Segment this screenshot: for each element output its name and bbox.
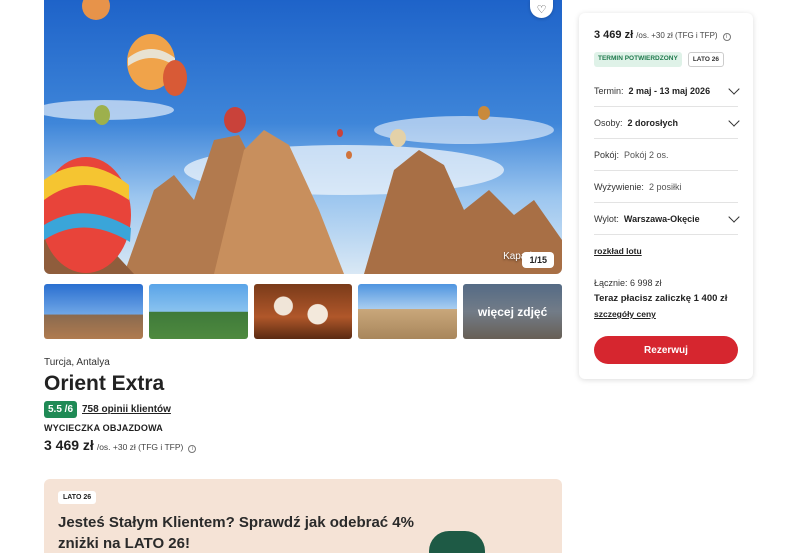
promo-decoration — [429, 531, 485, 553]
persons-value: 2 dorosłych — [627, 117, 679, 128]
term-label: Termin: — [594, 85, 624, 96]
thumbnail-4[interactable] — [358, 284, 458, 339]
term-value: 2 maj - 13 maj 2026 — [628, 85, 711, 96]
chevron-down-icon — [728, 211, 740, 223]
price-suffix: /os. +30 zł (TFG i TFP) — [96, 442, 184, 452]
photo-counter: 1/15 — [522, 252, 554, 268]
thumbnail-3[interactable] — [253, 284, 353, 339]
departure-label: Wylot: — [594, 213, 619, 224]
thumbnail-2[interactable] — [148, 284, 248, 339]
hero-illustration — [44, 0, 562, 274]
heart-icon: ♡ — [536, 3, 547, 16]
booking-price-suffix: /os. +30 zł (TFG i TFP) — [636, 31, 718, 40]
trip-type-label: WYCIECZKA OBJAZDOWA — [44, 423, 163, 433]
offer-price: 3 469 zł /os. +30 zł (TFG i TFP) i — [44, 437, 197, 453]
booking-price: 3 469 zł /os. +30 zł (TFG i TFP) i — [594, 29, 731, 41]
info-icon[interactable]: i — [188, 445, 197, 453]
hero-photo[interactable]: Kapad 1/15 — [44, 0, 562, 274]
rating-badge: 5.5 /6 — [44, 401, 78, 418]
price-details-link[interactable]: szczegóły ceny — [594, 309, 656, 319]
departure-value: Warszawa-Okęcie — [623, 213, 700, 224]
offer-title: Orient Extra — [44, 372, 165, 395]
reviews-link[interactable]: 758 opinii klientów — [82, 404, 171, 415]
chevron-down-icon — [728, 115, 740, 127]
room-value: Pokój 2 os. — [624, 149, 669, 160]
booking-badges: TERMIN POTWIERDZONY LATO 26 — [594, 52, 724, 67]
info-icon[interactable]: i — [722, 33, 731, 41]
promo-season-badge: LATO 26 — [58, 491, 97, 504]
offer-location: Turcja, Antalya — [44, 357, 110, 368]
price-amount: 3 469 zł — [44, 437, 94, 453]
departure-selector[interactable]: Wylot: Warszawa-Okęcie — [594, 203, 740, 235]
chevron-down-icon — [728, 83, 740, 95]
persons-selector[interactable]: Osoby: 2 dorosłych — [594, 107, 740, 139]
board-info: Wyżywienie: 2 posiłki — [594, 171, 738, 203]
board-label: Wyżywienie: — [594, 181, 644, 192]
thumbnail-1[interactable] — [44, 284, 143, 339]
loyalty-promo-banner[interactable]: LATO 26 Jesteś Stałym Klientem? Sprawdź … — [44, 479, 562, 553]
board-value: 2 posiłki — [648, 181, 682, 192]
room-info: Pokój: Pokój 2 os. — [594, 139, 738, 171]
booking-card: 3 469 zł /os. +30 zł (TFG i TFP) i TERMI… — [579, 13, 753, 379]
room-label: Pokój: — [594, 149, 620, 160]
reserve-button[interactable]: Rezerwuj — [594, 336, 738, 364]
thumbnail-more[interactable]: więcej zdjęć — [463, 284, 562, 339]
flight-schedule-link[interactable]: rozkład lotu — [594, 246, 642, 256]
more-photos-label: więcej zdjęć — [463, 284, 562, 339]
promo-text: Jesteś Stałym Klientem? Sprawdź jak odeb… — [58, 514, 414, 552]
confirmed-term-badge: TERMIN POTWIERDZONY — [594, 52, 682, 67]
total-price: Łącznie: 6 998 zł — [594, 278, 662, 288]
thumbnail-strip: więcej zdjęć — [44, 284, 562, 339]
booking-price-amount: 3 469 zł — [594, 29, 634, 41]
season-badge: LATO 26 — [687, 52, 724, 67]
offer-page: Kapad 1/15 ♡ więcej zdjęć Turcja, Antaly… — [0, 0, 800, 553]
deposit-info: Teraz płacisz zaliczkę 1 400 zł — [594, 293, 728, 304]
term-selector[interactable]: Termin: 2 maj - 13 maj 2026 — [594, 75, 740, 107]
persons-label: Osoby: — [594, 117, 623, 128]
